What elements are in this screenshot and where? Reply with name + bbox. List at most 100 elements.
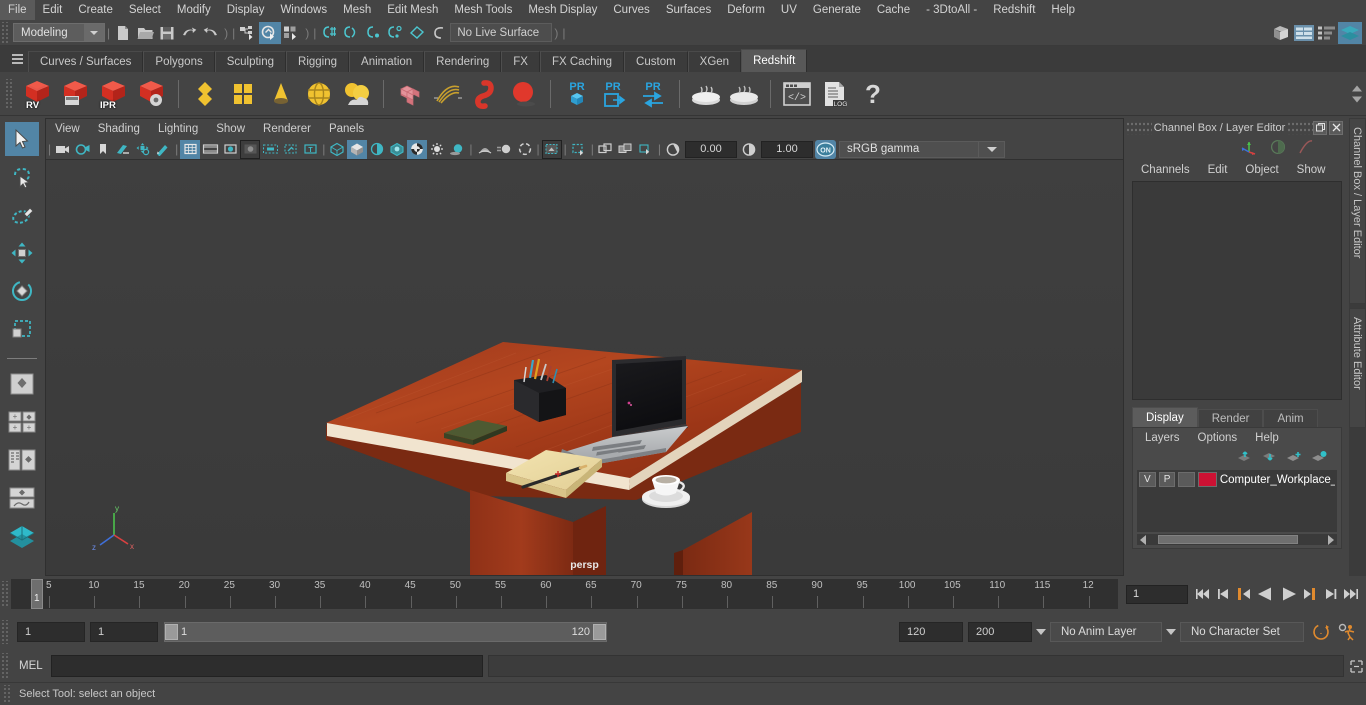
safe-action-icon[interactable] [280,140,300,159]
scroll-left-icon[interactable] [1140,534,1146,545]
redshift-ies-light-button[interactable] [338,75,376,113]
snap-to-curve-icon[interactable] [340,22,362,44]
hypershade-layout-button[interactable] [5,519,39,553]
channel-box-content[interactable] [1132,181,1342,400]
menu-display[interactable]: Display [219,0,273,20]
layer-list[interactable]: V P Computer_Workplace_ [1137,470,1337,532]
redshift-render-view-button[interactable]: RV [19,75,57,113]
select-by-hierarchy-icon[interactable] [237,22,259,44]
layer-shading-toggle[interactable] [1178,472,1196,487]
animation-end-time-field[interactable]: 200 [968,622,1032,642]
show-hide-modeling-toolkit-icon[interactable] [1270,22,1292,44]
exposure-field[interactable]: 0.00 [685,140,737,158]
create-layer-from-selected-icon[interactable] [1311,450,1327,467]
redshift-bake-render-button[interactable] [725,75,763,113]
redshift-ipr-button[interactable]: IPR [95,75,133,113]
show-hide-channel-box-icon[interactable] [1316,22,1338,44]
menu-uv[interactable]: UV [773,0,805,20]
xray-active-components-icon[interactable] [616,140,636,159]
viewport-menu-renderer[interactable]: Renderer [254,119,320,139]
show-hide-layer-editor-icon[interactable] [1338,21,1362,44]
range-end-handle[interactable] [593,624,606,640]
menu-generate[interactable]: Generate [805,0,869,20]
shelf-tab-redshift[interactable]: Redshift [741,49,808,72]
scroll-right-icon[interactable] [1328,534,1334,545]
gamma-reset-icon[interactable] [739,140,759,159]
redshift-render-sequence-button[interactable] [57,75,95,113]
create-new-layer-icon[interactable] [1286,450,1302,467]
lasso-select-tool-button[interactable] [5,160,39,194]
snap-to-projected-center-icon[interactable] [384,22,406,44]
snap-to-grid-icon[interactable] [318,22,340,44]
menu-edit[interactable]: Edit [35,0,71,20]
menu-surfaces[interactable]: Surfaces [658,0,719,20]
screen-space-ao-icon[interactable] [475,140,495,159]
shelf-menu-icon[interactable] [6,48,28,70]
smooth-shade-icon[interactable] [347,139,368,159]
current-frame-field[interactable]: 1 [1126,584,1188,604]
viewport-menu-shading[interactable]: Shading [89,119,149,139]
scrollbar-thumb[interactable] [1158,535,1298,544]
bookmark-icon[interactable] [93,140,113,159]
color-profile-selector[interactable]: sRGB gamma [839,140,979,158]
layer-row[interactable]: V P Computer_Workplace_ [1137,470,1337,489]
3d-viewport[interactable]: y z x persp [46,160,1123,575]
show-hide-attribute-editor-icon[interactable] [1292,22,1316,44]
menu-help[interactable]: Help [1043,0,1083,20]
isolate-select-icon[interactable] [541,139,562,159]
channelbox-menu-object[interactable]: Object [1236,164,1287,176]
xray-icon[interactable] [569,140,589,159]
outliner-persp-layout-button[interactable] [5,443,39,477]
xray-joints-icon[interactable] [596,140,616,159]
undo-icon[interactable] [178,22,200,44]
anim-layer-chevron-icon[interactable] [1032,622,1050,642]
anim-layer-selector[interactable]: No Anim Layer [1050,622,1162,642]
time-slider-grip[interactable] [0,581,9,607]
open-scene-icon[interactable] [134,22,156,44]
redshift-pr-export-button[interactable]: PR [596,75,634,113]
redshift-sphere-primitive-button[interactable] [505,75,543,113]
resolution-gate-icon[interactable] [220,140,240,159]
keyframe-icon[interactable] [1270,139,1286,158]
menu-3dtoall[interactable]: - 3DtoAll - [918,0,985,20]
viewport-menu-view[interactable]: View [46,119,89,139]
channelbox-menu-show[interactable]: Show [1288,164,1335,176]
film-origin-icon[interactable] [260,140,280,159]
shelf-tab-sculpting[interactable]: Sculpting [214,51,287,72]
shelf-tab-polygons[interactable]: Polygons [143,51,215,72]
textured-icon[interactable] [407,139,428,159]
persp-graph-layout-button[interactable] [5,481,39,515]
select-tool-button[interactable] [5,122,39,156]
step-back-keyframe-icon[interactable] [1214,584,1232,604]
redshift-pr-object-button[interactable]: PR [558,75,596,113]
camera-attributes-icon[interactable] [73,140,93,159]
layer-tab-anim[interactable]: Anim [1263,409,1318,427]
layer-name-label[interactable]: Computer_Workplace_ [1220,474,1335,486]
redshift-spot-light-button[interactable] [262,75,300,113]
shelf-scroll-arrows[interactable] [1352,85,1362,102]
menu-set-selector[interactable]: Modeling [13,23,105,42]
rotate-tool-button[interactable] [5,274,39,308]
manipulator-icon[interactable] [1240,139,1258,158]
play-backwards-icon[interactable] [1254,584,1276,604]
animation-start-time-field[interactable]: 1 [17,622,85,642]
gamma-field[interactable]: 1.00 [761,140,813,158]
redshift-script-editor-button[interactable]: </> [778,75,816,113]
command-input-field[interactable] [50,655,483,677]
shelf-tab-xgen[interactable]: XGen [687,51,742,72]
character-set-selector[interactable]: No Character Set [1180,622,1304,642]
scroll-down-icon[interactable] [1352,96,1362,102]
current-time-indicator[interactable]: 1 [31,579,43,609]
menu-create[interactable]: Create [70,0,121,20]
viewport-menu-lighting[interactable]: Lighting [149,119,207,139]
shelf-tab-rigging[interactable]: Rigging [286,51,350,72]
shelf-grip[interactable] [4,78,13,109]
menu-cache[interactable]: Cache [869,0,918,20]
range-start-time-field[interactable]: 1 [90,622,158,642]
vertical-tab-attribute-editor[interactable]: Attribute Editor [1349,308,1366,428]
grid-toggle-icon[interactable] [180,139,201,159]
shelf-tab-animation[interactable]: Animation [349,51,425,72]
use-default-material-icon[interactable] [387,140,407,159]
redshift-render-settings-button[interactable] [133,75,171,113]
live-surface-field[interactable]: No Live Surface [450,23,553,42]
